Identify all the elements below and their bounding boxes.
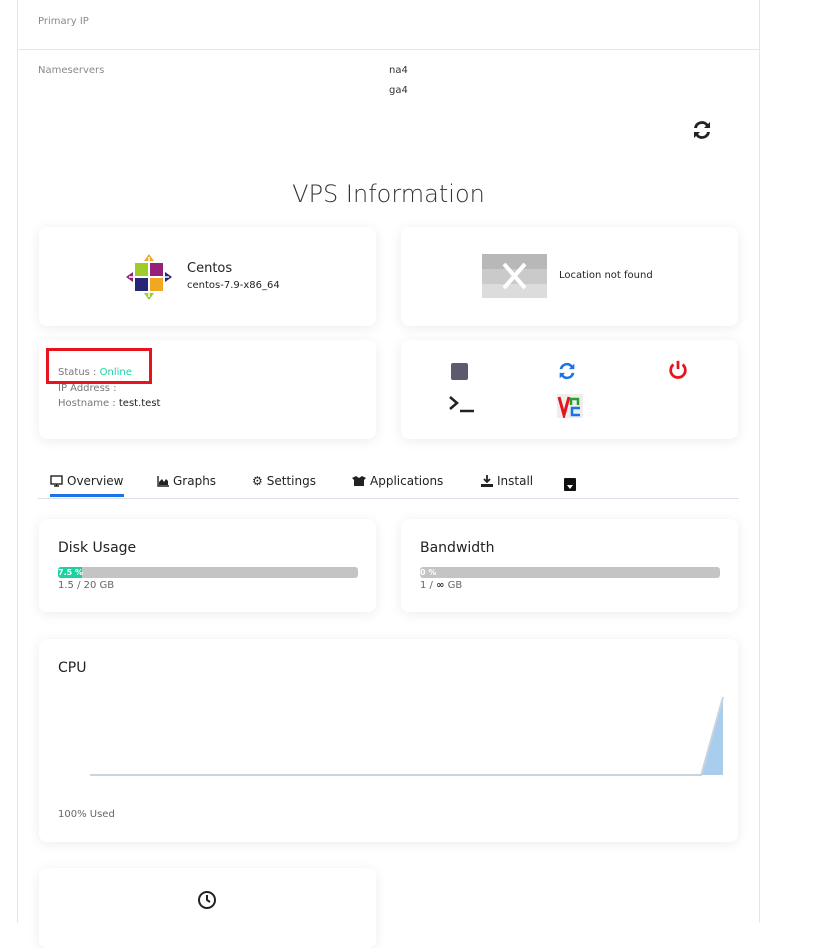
bandwidth-progress-fill: 0 % <box>420 568 437 577</box>
actions-card <box>401 340 738 439</box>
nameserver-1: na4 <box>389 65 408 76</box>
cpu-footer: 100% Used <box>58 809 115 820</box>
bandwidth-text: 1 / ∞ GB <box>420 580 462 591</box>
status-card: Status : Online IP Address : Hostname : … <box>39 340 376 439</box>
os-name: Centos <box>187 261 233 276</box>
missing-flag-icon <box>482 254 547 298</box>
location-card: Location not found <box>401 227 738 326</box>
vnc-icon[interactable] <box>557 394 583 418</box>
tab-overview[interactable]: Overview <box>50 474 124 497</box>
more-tabs-dropdown[interactable] <box>564 478 576 491</box>
ip-line: IP Address : <box>58 383 117 394</box>
restart-icon[interactable] <box>556 360 578 382</box>
disk-usage-text: 1.5 / 20 GB <box>58 580 115 591</box>
status-value: Online <box>99 367 132 378</box>
ip-label: IP Address : <box>58 383 117 394</box>
nameserver-2: ga4 <box>389 85 408 96</box>
uptime-card <box>39 868 376 948</box>
primary-ip-label: Primary IP <box>38 16 89 27</box>
os-template: centos-7.9-x86_64 <box>187 280 280 291</box>
bandwidth-progress-bar: 0 % <box>420 567 720 578</box>
status-label: Status : <box>58 367 97 378</box>
bandwidth-card: Bandwidth 0 % 1 / ∞ GB <box>401 519 738 612</box>
tab-bar: Overview Graphs ⚙ Settings Applications I… <box>38 466 739 499</box>
hostname-line: Hostname : test.test <box>58 398 160 409</box>
caret-down-icon <box>567 485 573 489</box>
nameservers-label: Nameservers <box>38 65 105 76</box>
centos-logo-icon <box>126 254 172 300</box>
disk-title: Disk Usage <box>58 540 137 556</box>
bandwidth-title: Bandwidth <box>420 540 495 556</box>
disk-progress-fill: 7.5 % <box>58 567 83 578</box>
monitor-icon <box>50 475 63 487</box>
gear-icon: ⚙ <box>252 474 263 488</box>
stop-icon[interactable] <box>451 363 468 380</box>
tab-label: Graphs <box>173 474 217 488</box>
primary-ip-row: Primary IP <box>18 0 759 50</box>
status-line: Status : Online <box>58 367 132 378</box>
cpu-area <box>90 697 723 775</box>
terminal-icon[interactable] <box>448 394 476 414</box>
hostname-value: test.test <box>118 398 161 409</box>
refresh-icon[interactable] <box>690 118 714 142</box>
power-icon[interactable] <box>667 359 689 381</box>
cpu-line <box>90 696 724 776</box>
tab-install[interactable]: Install <box>481 474 533 488</box>
page-title: VPS Information <box>292 180 485 208</box>
box-icon <box>352 475 366 486</box>
tab-label: Overview <box>67 474 124 488</box>
location-text: Location not found <box>559 270 653 281</box>
hostname-label: Hostname : <box>58 398 116 409</box>
tab-settings[interactable]: ⚙ Settings <box>252 474 316 488</box>
cpu-chart <box>90 696 724 776</box>
highlight-box <box>46 348 152 384</box>
tab-graphs[interactable]: Graphs <box>157 474 216 488</box>
tab-applications[interactable]: Applications <box>352 474 443 488</box>
tab-label: Settings <box>266 474 316 488</box>
tab-label: Applications <box>370 474 444 488</box>
infinity-icon: ∞ <box>436 580 445 591</box>
bandwidth-unit: GB <box>447 580 463 591</box>
bandwidth-used: 1 / <box>420 580 433 591</box>
disk-usage-card: Disk Usage 7.5 % 1.5 / 20 GB <box>39 519 376 612</box>
chart-area-icon <box>157 475 169 487</box>
os-card: Centos centos-7.9-x86_64 <box>39 227 376 326</box>
download-icon <box>481 475 493 487</box>
clock-icon <box>198 891 216 909</box>
tab-label: Install <box>497 474 534 488</box>
vps-panel: Primary IP Nameservers na4 ga4 VPS Infor… <box>17 0 760 948</box>
disk-progress-bar: 7.5 % <box>58 567 358 578</box>
cpu-card: CPU 100% Used <box>39 639 738 842</box>
